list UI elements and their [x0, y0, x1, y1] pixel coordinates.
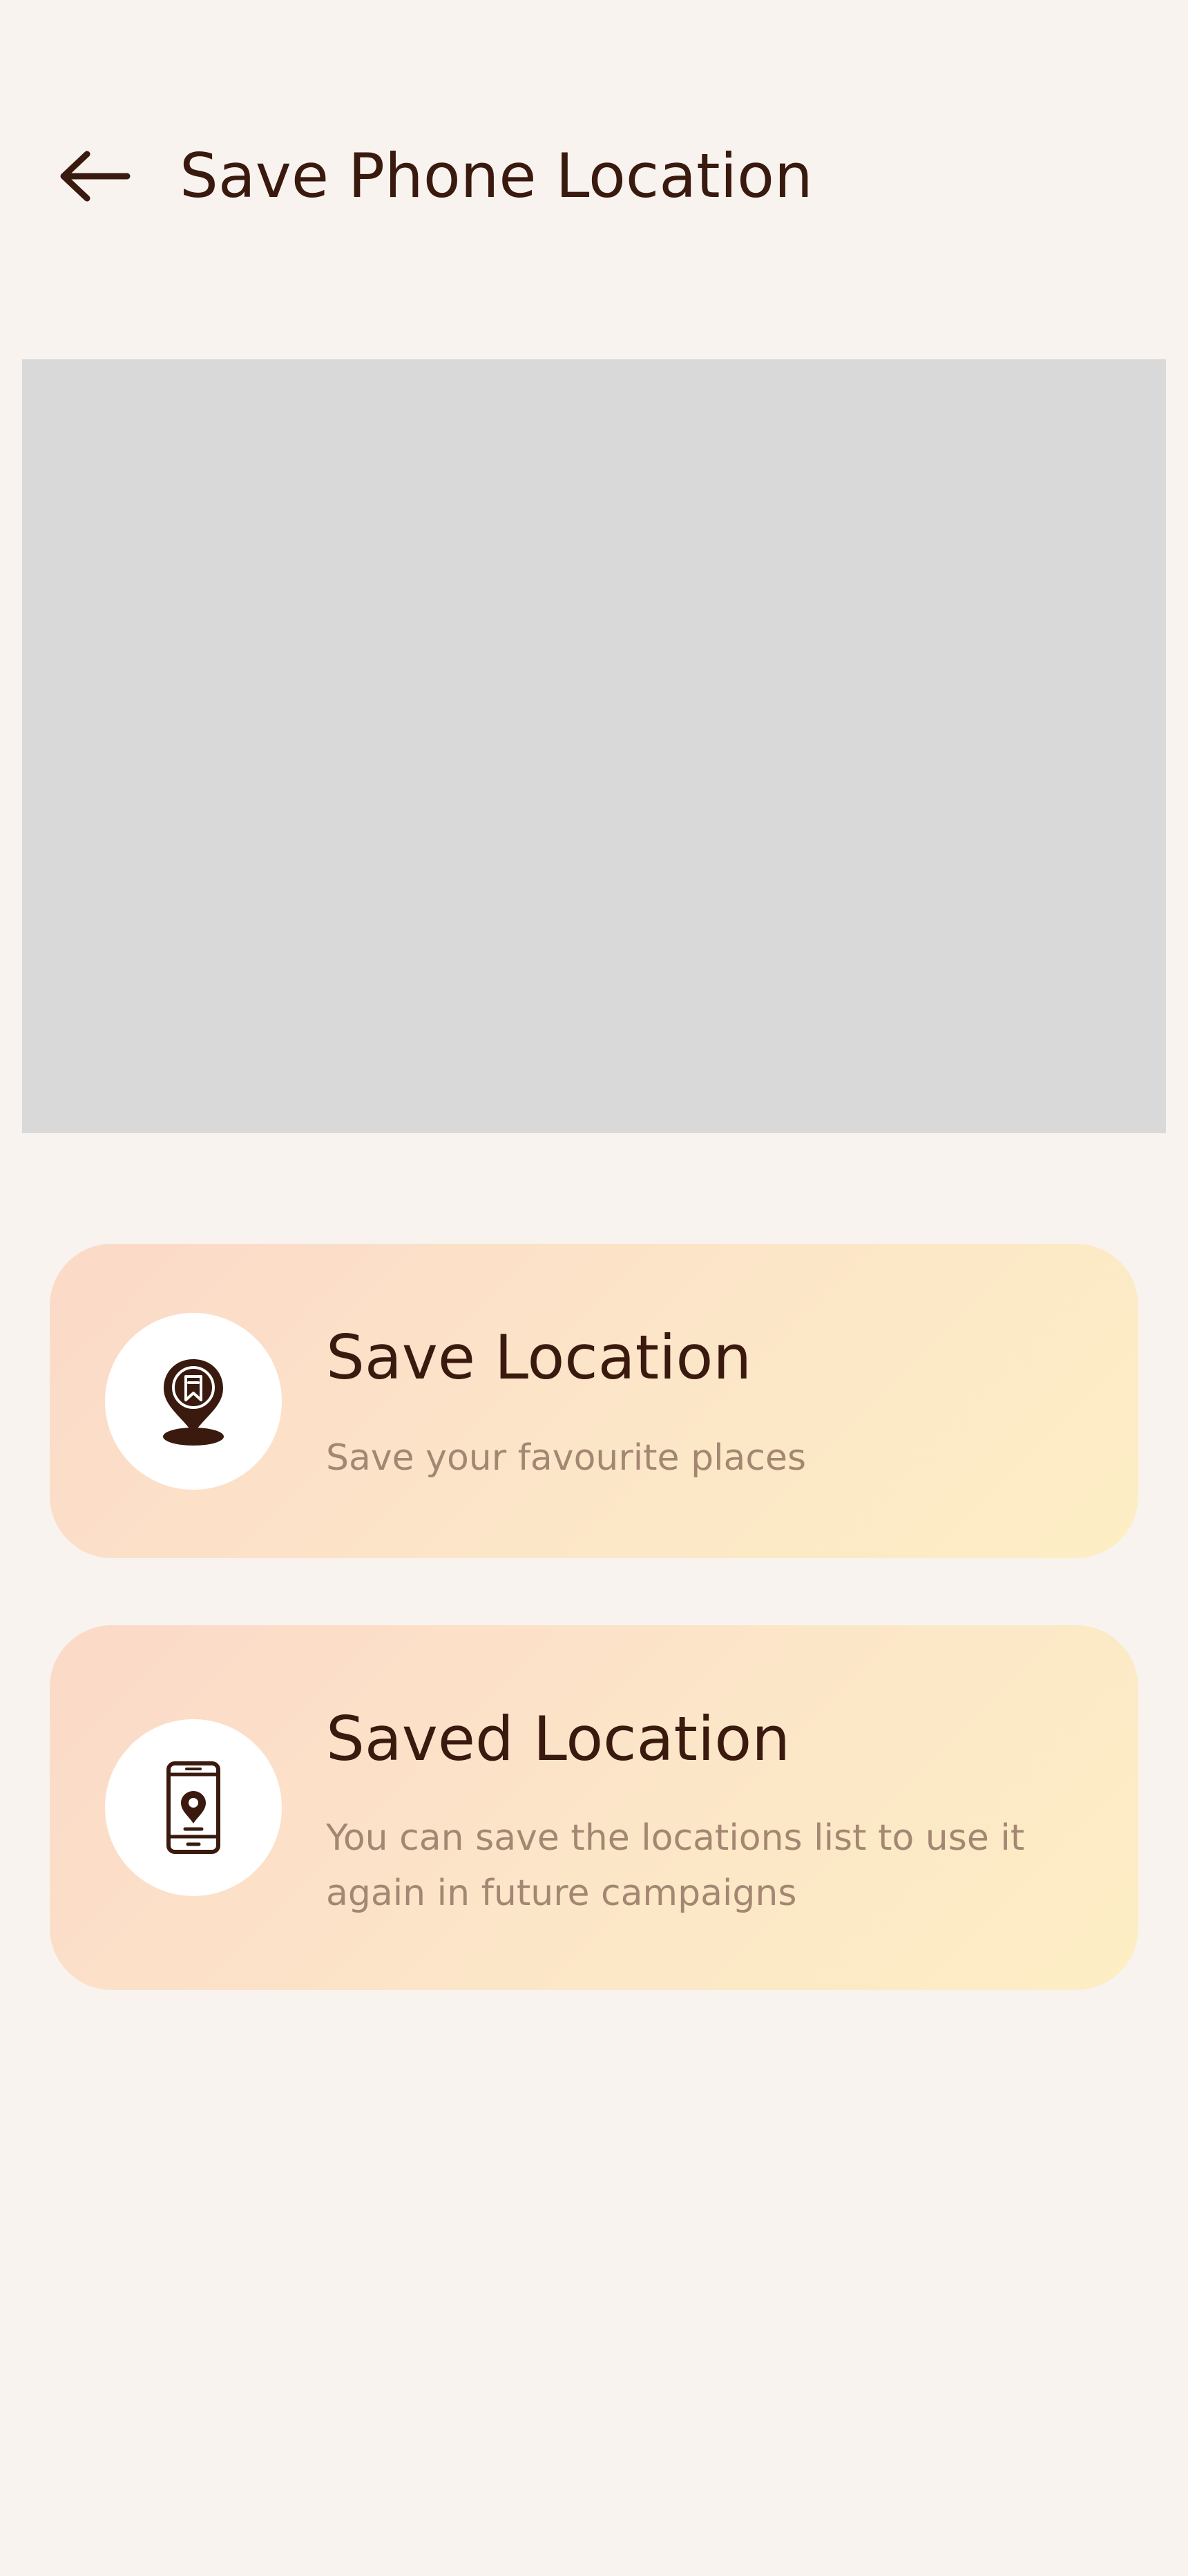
- location-pin-bookmark-icon: [163, 1359, 224, 1446]
- saved-location-subtitle: You can save the locations list to use i…: [326, 1817, 1025, 1914]
- page-title: Save Phone Location: [180, 140, 813, 211]
- save-location-icon-circle: [105, 1313, 282, 1490]
- save-location-title: Save Location: [326, 1322, 752, 1393]
- back-button[interactable]: [50, 145, 140, 207]
- save-location-subtitle: Save your favourite places: [326, 1437, 807, 1479]
- phone-location-icon: [166, 1761, 220, 1854]
- app-header: Save Phone Location: [0, 131, 1188, 221]
- map-view[interactable]: [22, 359, 1166, 1133]
- arrow-left-icon: [60, 151, 131, 202]
- saved-location-card[interactable]: Saved Location You can save the location…: [50, 1625, 1138, 1990]
- saved-location-icon-circle: [105, 1719, 282, 1896]
- save-location-card[interactable]: Save Location Save your favourite places: [50, 1244, 1138, 1558]
- saved-location-title: Saved Location: [326, 1703, 791, 1774]
